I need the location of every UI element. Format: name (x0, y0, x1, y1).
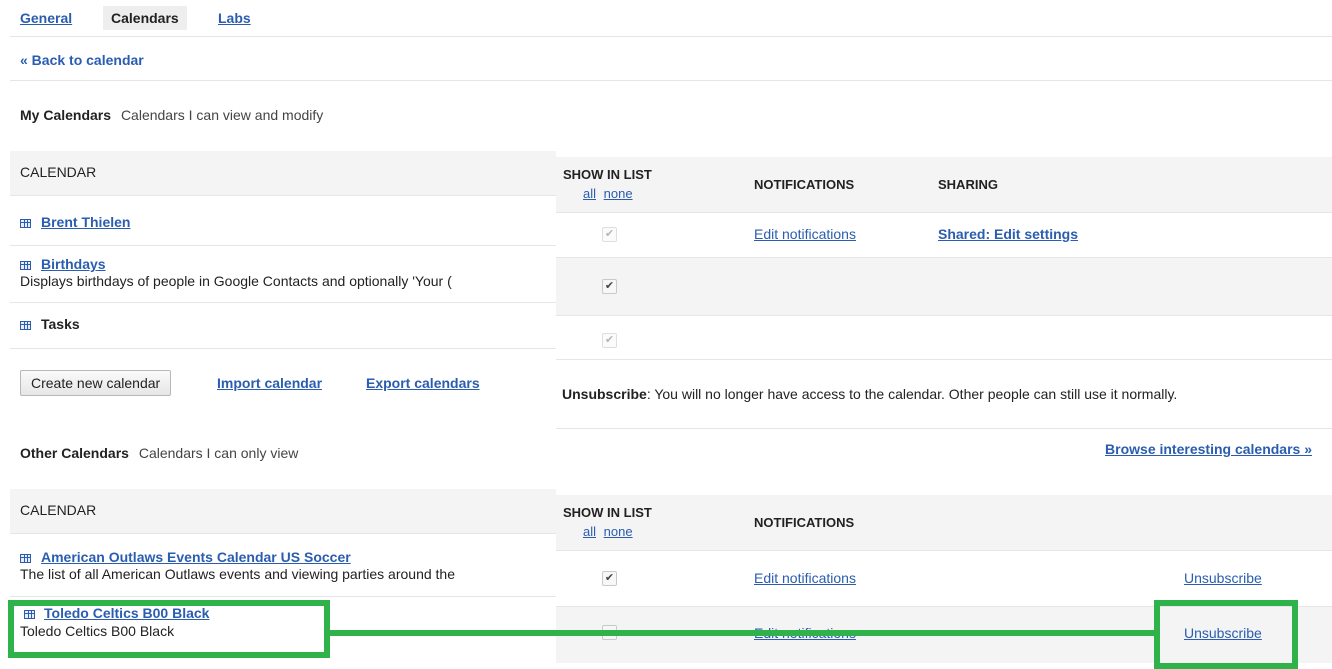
edit-notifications-link-american-outlaws[interactable]: Edit notifications (754, 570, 856, 586)
calendar-link-american-outlaws[interactable]: American Outlaws Events Calendar US Socc… (41, 549, 351, 565)
section-divider (556, 428, 1332, 429)
export-calendars-link[interactable]: Export calendars (366, 375, 480, 391)
my-calendars-title: My Calendars (20, 107, 112, 123)
sharing-edit-settings-link-brent-thielen[interactable]: Shared: Edit settings (938, 226, 1078, 242)
row-divider (10, 348, 556, 349)
calendar-icon (20, 554, 31, 563)
other-calendars-heading: Other Calendars Calendars I can only vie… (20, 445, 298, 461)
checkmark-icon: ✔ (604, 228, 615, 240)
show-in-list-header: SHOW IN LIST (563, 167, 652, 182)
tab-calendars[interactable]: Calendars (103, 6, 187, 30)
unsubscribe-note: Unsubscribe: You will no longer have acc… (562, 386, 1177, 402)
row-divider (10, 533, 556, 534)
unsubscribe-link-american-outlaws[interactable]: Unsubscribe (1184, 570, 1262, 586)
tabs-divider (10, 36, 1332, 37)
create-new-calendar-button[interactable]: Create new calendar (20, 370, 172, 396)
calendar-icon (20, 321, 31, 330)
checkmark-icon: ✔ (604, 280, 615, 292)
row-divider (10, 596, 556, 597)
other-calendars-right-header (556, 495, 1332, 550)
other-calendar-column-header: CALENDAR (20, 502, 97, 518)
calendar-name-tasks: Tasks (41, 316, 80, 332)
unsubscribe-note-text: : You will no longer have access to the … (646, 386, 1178, 402)
other-calendars-title: Other Calendars (20, 445, 129, 461)
show-in-list-checkbox-american-outlaws[interactable]: ✔ (602, 571, 617, 586)
calendar-link-brent-thielen[interactable]: Brent Thielen (41, 214, 130, 230)
notifications-header: NOTIFICATIONS (754, 177, 855, 192)
highlight-box-calendar (8, 600, 330, 658)
calendar-description-american-outlaws: The list of all American Outlaws events … (20, 566, 456, 582)
highlight-connector (330, 630, 1154, 636)
calendar-description-birthdays: Displays birthdays of people in Google C… (20, 273, 452, 289)
back-divider (10, 80, 1332, 81)
show-in-list-toggles: all none (583, 186, 633, 201)
other-show-none-link[interactable]: none (604, 524, 633, 539)
row-divider (556, 212, 1332, 213)
row-divider (10, 245, 556, 246)
row-divider (556, 315, 1332, 316)
sharing-header: SHARING (938, 177, 998, 192)
other-calendars-subtitle: Calendars I can only view (138, 445, 299, 461)
other-show-in-list-header: SHOW IN LIST (563, 505, 652, 520)
import-calendar-link[interactable]: Import calendar (217, 375, 322, 391)
my-calendars-heading: My Calendars Calendars I can view and mo… (20, 107, 323, 123)
row-divider (556, 550, 1332, 551)
calendar-icon (20, 219, 31, 228)
checkmark-icon: ✔ (604, 572, 615, 584)
my-calendar-column-header: CALENDAR (20, 164, 97, 180)
birthdays-row-band (556, 258, 1332, 315)
show-in-list-checkbox-tasks: ✔ (602, 333, 617, 348)
row-divider (10, 195, 556, 196)
calendar-link-birthdays[interactable]: Birthdays (41, 256, 106, 272)
tab-labs[interactable]: Labs (218, 10, 251, 26)
settings-tabs: General Calendars Labs (0, 0, 1332, 36)
checkmark-icon: ✔ (604, 334, 615, 346)
edit-notifications-link-brent-thielen[interactable]: Edit notifications (754, 226, 856, 242)
back-to-calendar-link[interactable]: « Back to calendar (20, 52, 144, 68)
browse-interesting-calendars-link[interactable]: Browse interesting calendars » (1105, 441, 1312, 457)
other-show-in-list-toggles: all none (583, 524, 633, 539)
tab-general[interactable]: General (20, 10, 72, 26)
show-in-list-checkbox-birthdays[interactable]: ✔ (602, 279, 617, 294)
my-calendars-subtitle: Calendars I can view and modify (120, 107, 324, 123)
show-in-list-checkbox-brent-thielen: ✔ (602, 227, 617, 242)
row-divider (556, 359, 1332, 360)
row-divider (10, 302, 556, 303)
show-none-link[interactable]: none (604, 186, 633, 201)
unsubscribe-note-label: Unsubscribe (562, 386, 647, 402)
calendar-icon (20, 261, 31, 270)
highlight-box-unsubscribe (1154, 600, 1298, 669)
other-show-all-link[interactable]: all (583, 524, 596, 539)
other-notifications-header: NOTIFICATIONS (754, 515, 855, 530)
show-all-link[interactable]: all (583, 186, 596, 201)
